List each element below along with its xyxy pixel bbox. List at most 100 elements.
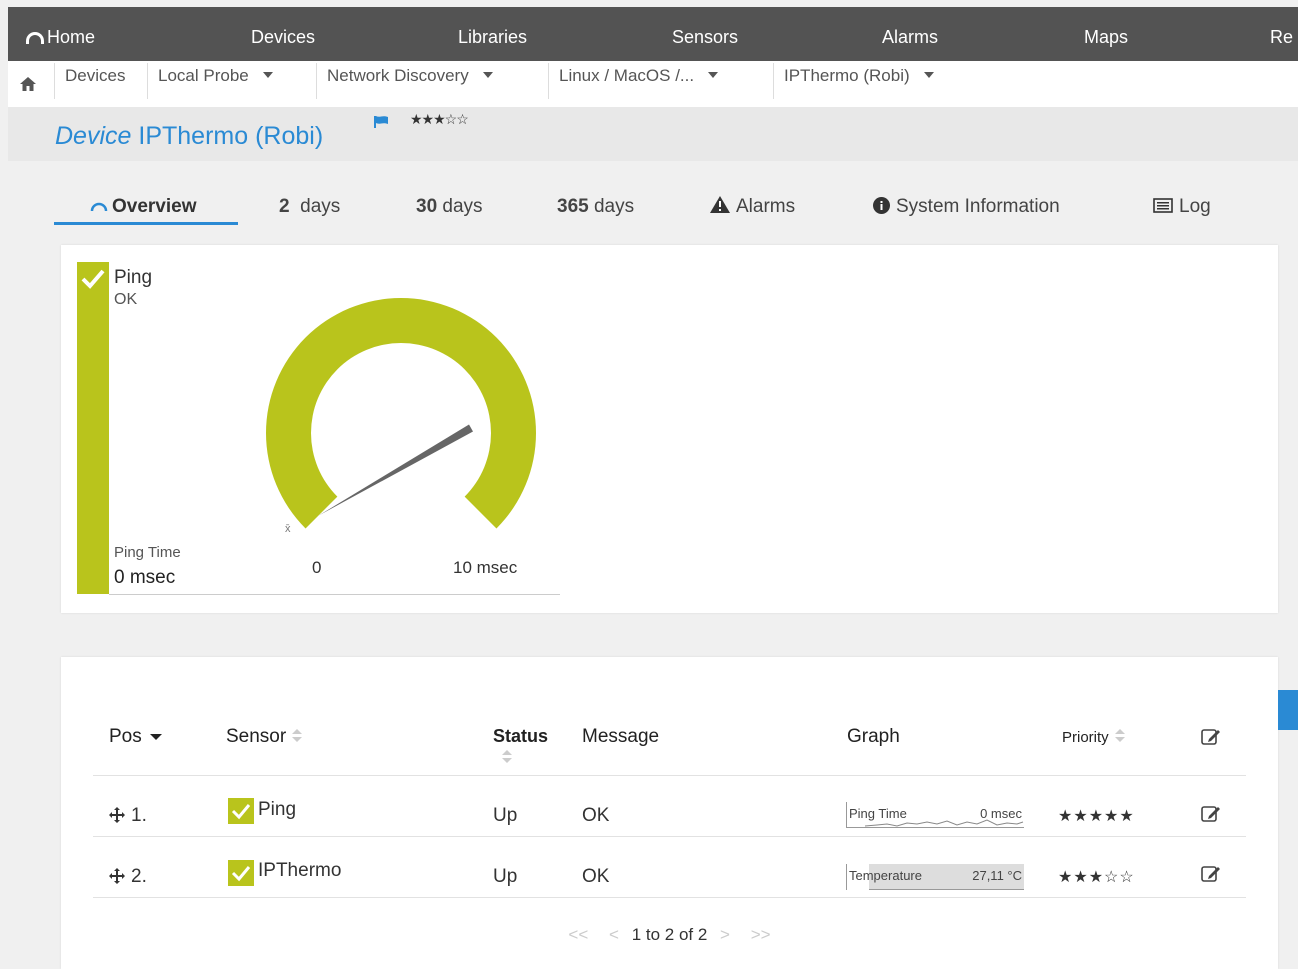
- sort-icon: [502, 750, 512, 764]
- sparkline-value: 0 msec: [980, 806, 1022, 821]
- sparkline-value: 27,11 °C: [972, 868, 1022, 883]
- first-page-icon[interactable]: <<: [568, 925, 588, 944]
- gauge-sensor-name[interactable]: Ping: [114, 267, 152, 289]
- col-message[interactable]: Message: [582, 726, 659, 748]
- row-divider: [93, 897, 1246, 898]
- col-priority[interactable]: Priority: [1062, 729, 1125, 746]
- priority-stars[interactable]: ★★★☆☆: [410, 111, 469, 128]
- tab-alarms[interactable]: Alarms: [710, 196, 795, 218]
- checkmark-icon: [228, 860, 254, 886]
- gauge-channel-value: 0 msec: [114, 567, 176, 588]
- row-1-priority[interactable]: ★★★★★: [1058, 806, 1135, 826]
- drag-handle-icon[interactable]: [109, 807, 125, 823]
- active-tab-indicator: [54, 222, 238, 225]
- crumb-devices[interactable]: Devices: [65, 66, 125, 98]
- sort-icon: [1114, 729, 1125, 743]
- col-graph[interactable]: Graph: [847, 726, 900, 748]
- gauge-arc: [266, 298, 536, 529]
- crumb-divider: [54, 63, 55, 99]
- row-1-message: OK: [582, 805, 610, 826]
- row-1-pos: 1.: [109, 805, 147, 827]
- header-divider: [93, 775, 1246, 776]
- last-page-icon[interactable]: >>: [751, 925, 771, 944]
- crumb-network-discovery[interactable]: Network Discovery: [327, 66, 493, 98]
- checkmark-icon: [81, 269, 105, 289]
- crumb-divider: [316, 63, 317, 99]
- row-2-sensor[interactable]: IPThermo: [258, 860, 341, 882]
- tab-overview[interactable]: Overview: [90, 196, 197, 218]
- nav-sensors[interactable]: Sensors: [672, 27, 738, 48]
- gauge-divider: [109, 594, 560, 595]
- gauge-sensor-state: OK: [114, 291, 138, 308]
- chevron-down-icon[interactable]: [708, 72, 719, 78]
- tab-365-days[interactable]: 365 days: [557, 196, 634, 218]
- chevron-down-icon[interactable]: [482, 72, 493, 78]
- tab-30-days[interactable]: 30 days: [416, 196, 483, 218]
- gauge-needle: [318, 424, 473, 516]
- sensor-table-card: Pos Sensor Status Message Graph Priority…: [61, 657, 1278, 969]
- tab-system-information[interactable]: System Information: [873, 196, 1060, 218]
- home-icon[interactable]: [20, 68, 36, 100]
- nav-devices[interactable]: Devices: [251, 27, 315, 48]
- nav-maps[interactable]: Maps: [1084, 27, 1128, 48]
- sort-desc-icon: [149, 734, 162, 740]
- sensor-gauge-card: Ping OK Ping Time 0 msec x̄ 0 10 msec: [61, 245, 1278, 613]
- side-panel-toggle[interactable]: [1278, 690, 1298, 730]
- nav-libraries[interactable]: Libraries: [458, 27, 527, 48]
- row-1-status: Up: [493, 805, 518, 826]
- warning-icon: [710, 196, 730, 213]
- tab-log[interactable]: Log: [1153, 196, 1211, 218]
- tab-bar: Overview 2 days 30 days 365 days Alarms …: [54, 190, 1298, 228]
- status-ok-bar: [77, 262, 109, 594]
- edit-icon[interactable]: [1201, 864, 1221, 884]
- tab-2-days[interactable]: 2 days: [279, 196, 340, 218]
- row-2-graph[interactable]: Temperature 27,11 °C: [846, 864, 1024, 890]
- crumb-device[interactable]: IPThermo (Robi): [784, 66, 934, 98]
- gauge-channel-label: Ping Time: [114, 544, 181, 561]
- gauge-min-label: 0: [312, 558, 322, 577]
- row-divider: [93, 836, 1246, 837]
- top-nav: Home Devices Libraries Sensors Alarms Ma…: [8, 7, 1298, 61]
- chevron-down-icon[interactable]: [923, 72, 934, 78]
- edit-icon[interactable]: [1201, 804, 1221, 824]
- breadcrumb: Devices Local Probe Network Discovery Li…: [8, 61, 1298, 107]
- sparkline-label: Ping Time: [849, 806, 907, 821]
- crumb-divider: [773, 63, 774, 99]
- sort-icon: [292, 729, 303, 743]
- ping-gauge: x̄: [266, 298, 536, 535]
- row-2-status: Up: [493, 866, 518, 887]
- info-icon: [873, 197, 890, 214]
- crumb-linux-group[interactable]: Linux / MacOS /...: [559, 66, 719, 98]
- nav-alarms[interactable]: Alarms: [882, 27, 938, 48]
- row-2-pos: 2.: [109, 866, 147, 888]
- row-2-priority[interactable]: ★★★☆☆: [1058, 867, 1135, 887]
- nav-home[interactable]: Home: [26, 27, 95, 48]
- col-pos[interactable]: Pos: [109, 726, 162, 748]
- col-sensor[interactable]: Sensor: [226, 726, 303, 748]
- crumb-local-probe[interactable]: Local Probe: [158, 66, 273, 98]
- gauge-icon: [26, 32, 44, 44]
- drag-handle-icon[interactable]: [109, 868, 125, 884]
- col-status[interactable]: Status: [493, 726, 548, 768]
- flag-icon[interactable]: [374, 116, 388, 128]
- next-page-icon[interactable]: >: [720, 925, 730, 944]
- log-icon: [1153, 198, 1173, 213]
- gauge-average-marker: x̄: [285, 523, 291, 535]
- page-title: Device IPThermo (Robi): [55, 122, 324, 150]
- checkmark-icon: [228, 798, 254, 824]
- gauge-max-label: 10 msec: [453, 558, 518, 577]
- gauge-icon: [90, 202, 108, 212]
- row-1-sensor[interactable]: Ping: [258, 799, 296, 821]
- nav-reports[interactable]: Re: [1270, 27, 1293, 48]
- pagination: << < 1 to 2 of 2 > >>: [61, 925, 1278, 945]
- chevron-down-icon[interactable]: [262, 72, 273, 78]
- row-1-graph[interactable]: Ping Time 0 msec: [846, 802, 1024, 828]
- prev-page-icon[interactable]: <: [609, 925, 619, 944]
- edit-columns-icon[interactable]: [1201, 727, 1221, 747]
- sparkline-label: Temperature: [849, 868, 922, 883]
- page-info: 1 to 2 of 2: [631, 925, 708, 944]
- crumb-divider: [548, 63, 549, 99]
- crumb-divider: [147, 63, 148, 99]
- page-header: Device IPThermo (Robi) ★★★☆☆: [8, 107, 1298, 161]
- row-2-message: OK: [582, 866, 610, 887]
